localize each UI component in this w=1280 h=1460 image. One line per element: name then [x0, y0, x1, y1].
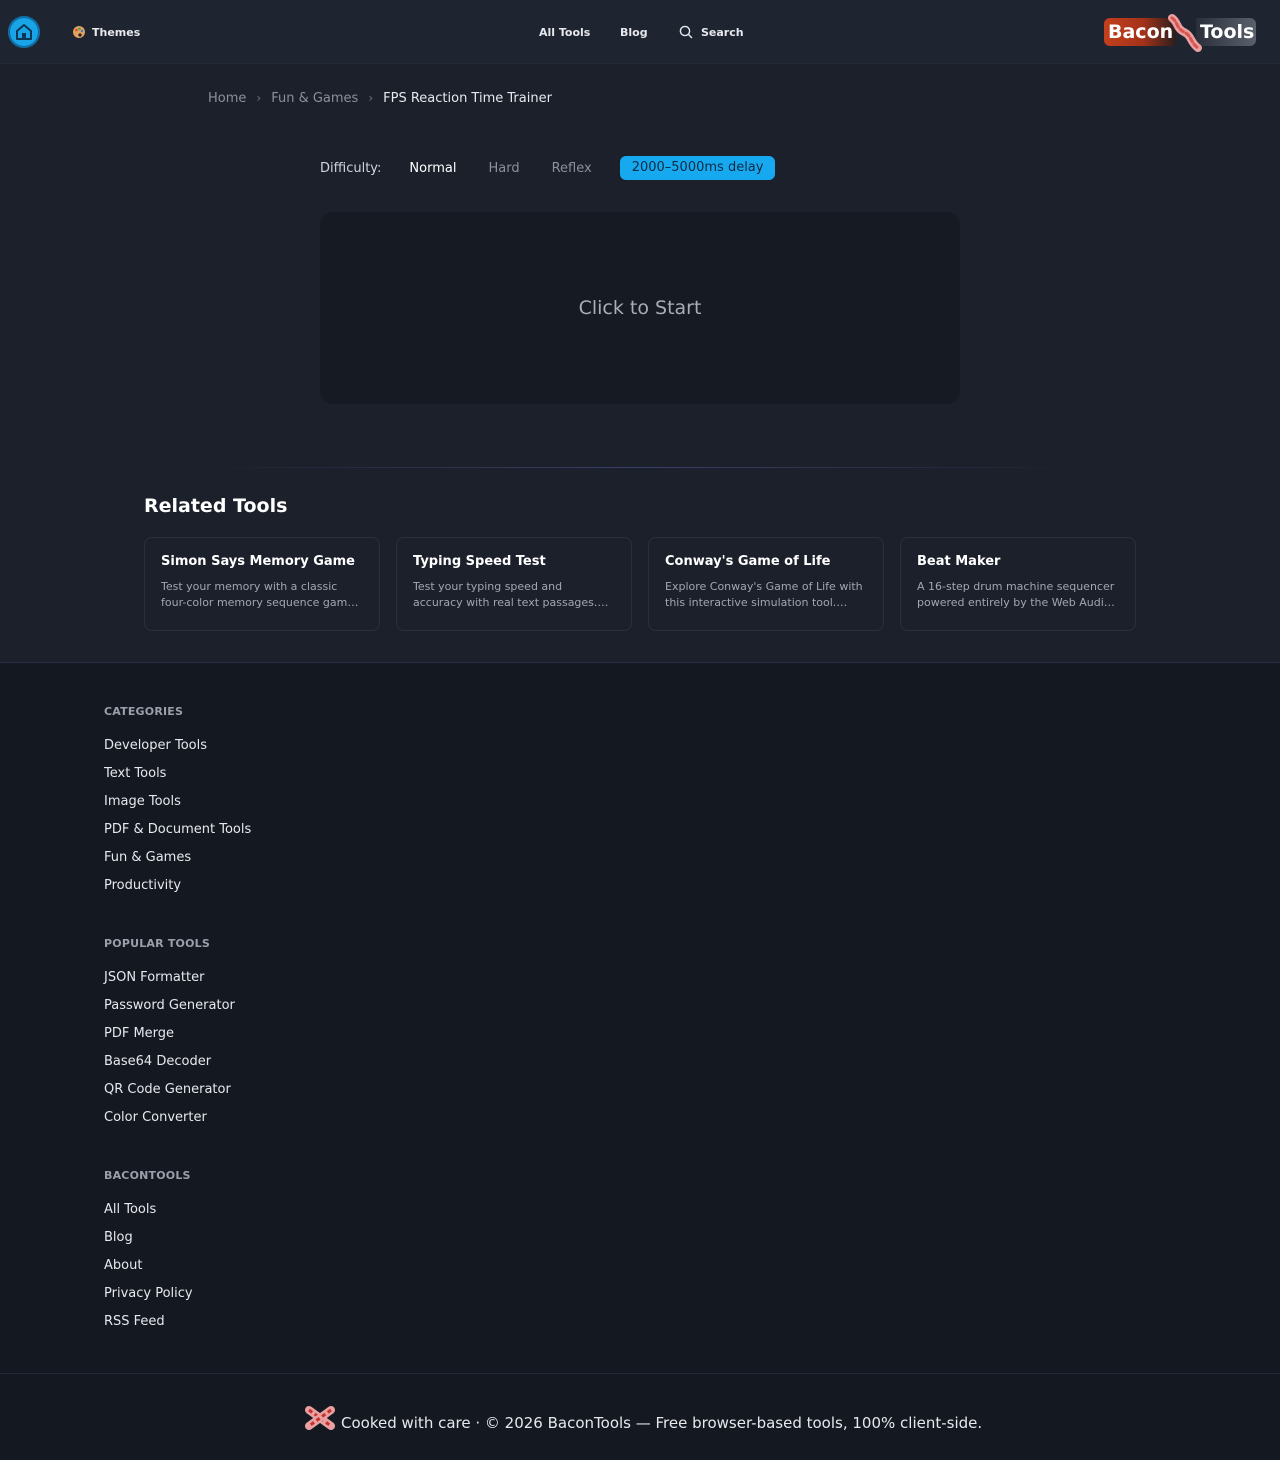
breadcrumb-home[interactable]: Home: [208, 91, 246, 106]
footer-link[interactable]: Developer Tools: [104, 737, 251, 765]
difficulty-label: Difficulty:: [320, 160, 382, 176]
footer-link[interactable]: RSS Feed: [104, 1313, 193, 1341]
difficulty-option-normal[interactable]: Normal: [409, 161, 456, 176]
footer-heading: BACONTOOLS: [104, 1169, 191, 1182]
themes-label: Themes: [92, 25, 141, 39]
footer-link[interactable]: PDF Merge: [104, 1025, 235, 1053]
footer-categories: CATEGORIES Developer Tools Text Tools Im…: [104, 705, 251, 905]
card-description: Test your memory with a classic four-col…: [161, 580, 359, 609]
start-prompt: Click to Start: [578, 297, 702, 319]
nav-search[interactable]: Search: [679, 24, 744, 40]
site-footer: CATEGORIES Developer Tools Text Tools Im…: [0, 662, 1280, 1460]
footer-link[interactable]: Privacy Policy: [104, 1285, 193, 1313]
section-divider: [190, 467, 1090, 468]
related-tool-card[interactable]: Typing Speed Test Test your typing speed…: [396, 537, 632, 631]
footer-link[interactable]: Productivity: [104, 877, 251, 905]
card-description: A 16-step drum machine sequencer powered…: [917, 580, 1115, 609]
card-title: Beat Maker: [917, 554, 1001, 569]
breadcrumb-category[interactable]: Fun & Games: [271, 91, 358, 106]
chevron-right-icon: ›: [368, 91, 374, 105]
search-icon: [679, 25, 693, 39]
related-tool-card[interactable]: Simon Says Memory Game Test your memory …: [144, 537, 380, 631]
site-header: Themes All Tools Blog Search Bacon Tools: [0, 0, 1280, 64]
difficulty-option-hard[interactable]: Hard: [488, 161, 519, 176]
related-tools-grid: Simon Says Memory Game Test your memory …: [144, 537, 1136, 631]
copyright: Cooked with care · © 2026 BaconTools — F…: [305, 1402, 982, 1432]
footer-link[interactable]: JSON Formatter: [104, 969, 235, 997]
footer-link[interactable]: Color Converter: [104, 1109, 235, 1137]
footer-heading: CATEGORIES: [104, 705, 184, 718]
card-description: Test your typing speed and accuracy with…: [413, 580, 609, 609]
footer-link[interactable]: PDF & Document Tools: [104, 821, 251, 849]
copyright-text: Cooked with care · © 2026 BaconTools — F…: [341, 1414, 983, 1432]
footer-divider: [0, 1373, 1280, 1374]
related-tool-card[interactable]: Conway's Game of Life Explore Conway's G…: [648, 537, 884, 631]
nav-blog[interactable]: Blog: [620, 24, 648, 40]
footer-link[interactable]: Text Tools: [104, 765, 251, 793]
footer-link[interactable]: About: [104, 1257, 193, 1285]
nav-all-tools[interactable]: All Tools: [539, 24, 590, 40]
bacon-strip-icon: [1168, 14, 1202, 52]
related-tool-card[interactable]: Beat Maker A 16-step drum machine sequen…: [900, 537, 1136, 631]
card-description: Explore Conway's Game of Life with this …: [665, 580, 863, 609]
footer-link[interactable]: QR Code Generator: [104, 1081, 235, 1109]
home-button[interactable]: [8, 16, 40, 48]
reaction-game-area[interactable]: Click to Start: [320, 212, 960, 404]
delay-badge: 2000–5000ms delay: [619, 156, 776, 180]
card-title: Simon Says Memory Game: [161, 554, 355, 569]
chevron-right-icon: ›: [256, 91, 262, 105]
card-title: Typing Speed Test: [413, 554, 546, 569]
footer-link[interactable]: Base64 Decoder: [104, 1053, 235, 1081]
logo-text-right: Tools: [1196, 18, 1256, 46]
home-icon: [16, 24, 32, 40]
themes-button[interactable]: Themes: [72, 24, 140, 40]
related-tools-heading: Related Tools: [144, 495, 288, 517]
breadcrumb-current: FPS Reaction Time Trainer: [383, 90, 552, 106]
bacon-icon: [305, 1406, 335, 1430]
nav-search-label: Search: [701, 25, 744, 39]
footer-link[interactable]: Fun & Games: [104, 849, 251, 877]
footer-link[interactable]: Image Tools: [104, 793, 251, 821]
footer-popular-tools: POPULAR TOOLS JSON Formatter Password Ge…: [104, 937, 235, 1137]
card-title: Conway's Game of Life: [665, 554, 831, 569]
footer-link[interactable]: Password Generator: [104, 997, 235, 1025]
breadcrumb: Home › Fun & Games › FPS Reaction Time T…: [208, 89, 552, 107]
footer-heading: POPULAR TOOLS: [104, 937, 210, 950]
footer-link[interactable]: Blog: [104, 1229, 193, 1257]
footer-link[interactable]: All Tools: [104, 1201, 193, 1229]
difficulty-selector: Difficulty: Normal Hard Reflex 2000–5000…: [320, 156, 776, 180]
site-logo[interactable]: Bacon Tools: [1104, 14, 1256, 52]
difficulty-option-reflex[interactable]: Reflex: [552, 161, 592, 176]
footer-bacontools: BACONTOOLS All Tools Blog About Privacy …: [104, 1169, 193, 1341]
palette-icon: [73, 26, 85, 38]
